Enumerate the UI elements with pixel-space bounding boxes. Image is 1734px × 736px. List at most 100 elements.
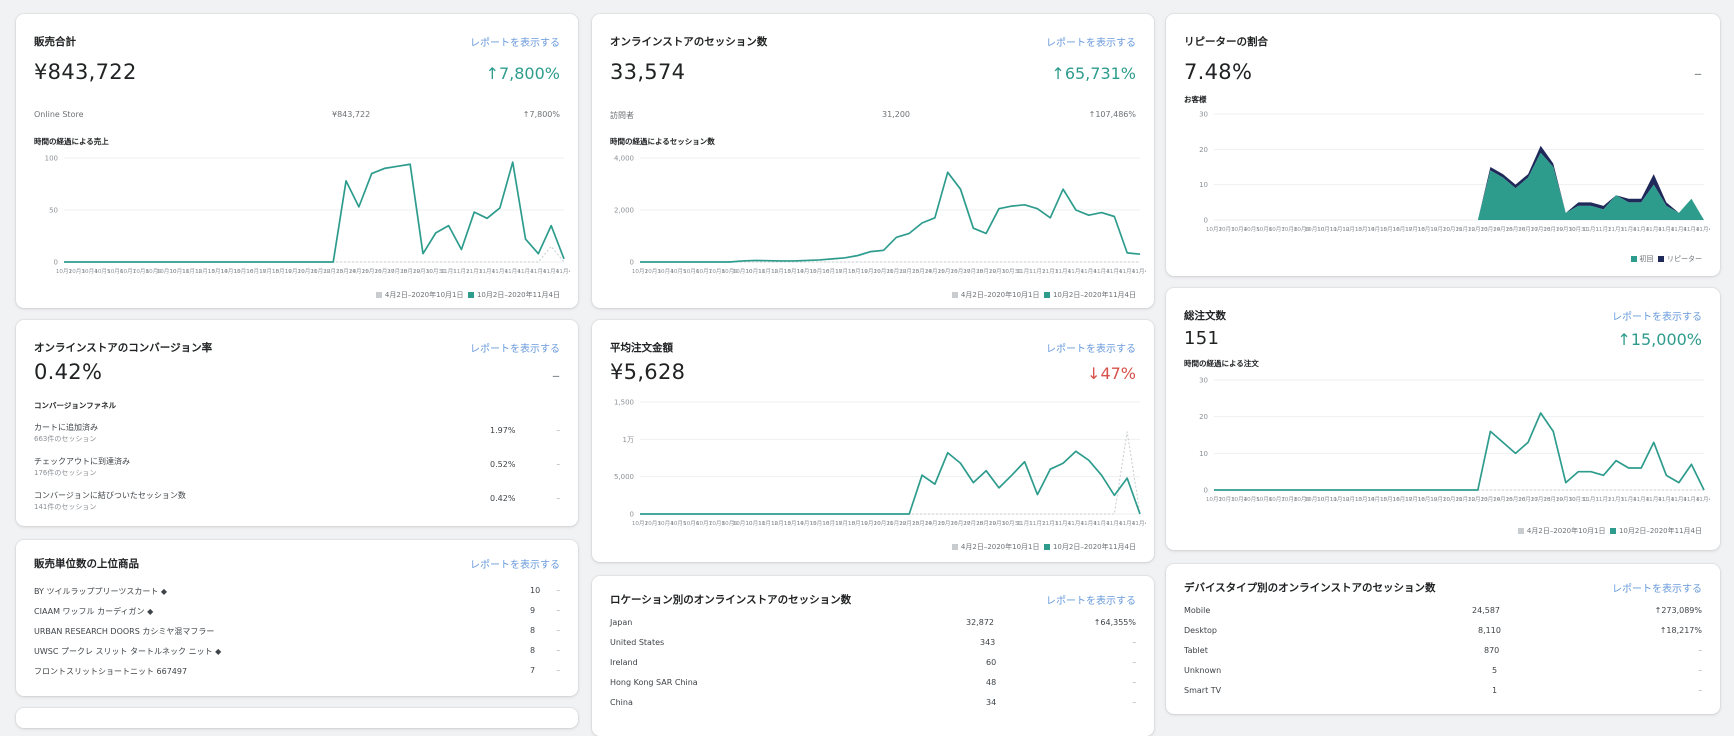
view-report-link[interactable]: レポートを表示する bbox=[1046, 34, 1136, 49]
y-tick-label: 50 bbox=[49, 207, 58, 215]
visitors-label: 訪問者 bbox=[610, 111, 634, 120]
funnel-row-checkout-label: チェックアウトに到達済み bbox=[34, 457, 130, 466]
y-tick-label: 1,500 bbox=[614, 399, 634, 407]
legend-swatch-previous bbox=[1517, 528, 1524, 534]
chart-legend: 初回 リピーター bbox=[1630, 254, 1702, 264]
y-tick-label: 2,000 bbox=[614, 207, 634, 215]
funnel-row-converted-value: 0.42% bbox=[490, 494, 516, 503]
device-delta: ↑18,217% bbox=[1659, 626, 1702, 635]
y-tick-label: 0 bbox=[630, 511, 634, 519]
view-report-link[interactable]: レポートを表示する bbox=[1612, 308, 1702, 323]
card-location-sessions: ロケーション別のオンラインストアのセッション数 レポートを表示する Japan … bbox=[592, 576, 1154, 736]
product-delta: – bbox=[556, 626, 561, 634]
sales-total-delta: ↑7,800% bbox=[485, 64, 560, 83]
x-tick-label: 11月4 bbox=[556, 268, 570, 275]
device-value: 870 bbox=[1484, 646, 1500, 655]
device-name: Mobile bbox=[1184, 606, 1211, 615]
legend-swatch-current bbox=[1609, 528, 1616, 534]
y-tick-label: 1万 bbox=[623, 436, 634, 444]
legend-previous: 4月2日–2020年10月1日 bbox=[1526, 527, 1606, 535]
legend-swatch-current bbox=[1043, 544, 1050, 550]
sessions-chart: 4,0002,000010月210月310月410月510月610月710月81… bbox=[614, 155, 1146, 276]
y-tick-label: 10 bbox=[1199, 450, 1208, 458]
funnel-row-cart-delta: – bbox=[556, 426, 561, 434]
location-delta: – bbox=[1132, 638, 1137, 646]
series-line-previous bbox=[640, 431, 1141, 515]
funnel-row-cart-sub: 663件のセッション bbox=[34, 435, 97, 443]
x-tick-label: 11月4 bbox=[1696, 496, 1710, 503]
product-units: 9 bbox=[530, 606, 536, 615]
product-name[interactable]: フロントスリットショートニット 667497 bbox=[34, 666, 187, 677]
chart-label: 時間の経過によるセッション数 bbox=[610, 137, 715, 146]
y-tick-label: 4,000 bbox=[614, 155, 634, 163]
legend-current: 10月2日–2020年11月4日 bbox=[476, 291, 560, 299]
chart-legend: 4月2日–2020年10月1日 10月2日–2020年11月4日 bbox=[951, 290, 1136, 300]
series-line-current bbox=[640, 450, 1141, 515]
location-name: China bbox=[610, 698, 633, 707]
view-report-link[interactable]: レポートを表示する bbox=[1612, 580, 1702, 595]
conversion-delta: – bbox=[552, 366, 560, 385]
sessions-delta: ↑65,731% bbox=[1051, 64, 1136, 83]
funnel-row-converted-sub: 141件のセッション bbox=[34, 503, 97, 511]
funnel-row-cart-label: カートに追加済み bbox=[34, 423, 98, 432]
product-name[interactable]: UWSC プークレ スリット タートルネック ニット ◆ bbox=[34, 646, 221, 657]
funnel-row-checkout-delta: – bbox=[556, 460, 561, 468]
card-total-orders: 総注文数 レポートを表示する 151 ↑15,000% 時間の経過による注文 3… bbox=[1166, 288, 1720, 550]
card-average-order: 平均注文金額 レポートを表示する ¥5,628 ↓47% 1,500 1万 5,00… bbox=[592, 320, 1154, 562]
view-report-link[interactable]: レポートを表示する bbox=[1046, 340, 1136, 355]
view-report-link[interactable]: レポートを表示する bbox=[1046, 592, 1136, 607]
location-value: 32,872 bbox=[966, 618, 994, 627]
legend-swatch-previous bbox=[375, 292, 382, 298]
channel-name: Online Store bbox=[34, 110, 84, 119]
y-tick-label: 0 bbox=[630, 259, 634, 267]
y-tick-label: 100 bbox=[45, 155, 58, 163]
sales-total-value: ¥843,722 bbox=[34, 60, 137, 84]
repeat-chart: 302010010月210月310月410月510月610月710月810月91… bbox=[1199, 111, 1710, 234]
device-delta: ↑273,089% bbox=[1654, 606, 1702, 615]
chart-legend: 4月2日–2020年10月1日 10月2日–2020年11月4日 bbox=[1517, 526, 1702, 536]
repeat-rate-delta: – bbox=[1694, 64, 1702, 83]
product-delta: – bbox=[556, 666, 561, 674]
legend-swatch-current bbox=[467, 292, 474, 298]
aov-chart: 1,5001万5,000010月210月310月410月510月610月710月… bbox=[614, 399, 1146, 528]
device-name: Smart TV bbox=[1184, 686, 1222, 695]
legend-first: 初回 bbox=[1639, 255, 1654, 263]
x-tick-label: 11月4 bbox=[1132, 268, 1146, 275]
legend-swatch-current bbox=[1043, 292, 1050, 298]
device-value: 24,587 bbox=[1472, 606, 1500, 615]
device-name: Unknown bbox=[1184, 666, 1222, 675]
y-tick-label: 20 bbox=[1199, 146, 1208, 154]
view-report-link[interactable]: レポートを表示する bbox=[470, 340, 560, 355]
view-report-link[interactable]: レポートを表示する bbox=[470, 34, 560, 49]
legend-swatch-previous bbox=[951, 292, 958, 298]
legend-current: 10月2日–2020年11月4日 bbox=[1052, 543, 1136, 551]
view-report-link[interactable]: レポートを表示する bbox=[470, 556, 560, 571]
aov-value: ¥5,628 bbox=[610, 360, 686, 384]
location-value: 343 bbox=[980, 638, 996, 647]
conversion-value: 0.42% bbox=[34, 360, 103, 384]
funnel-row-converted-delta: – bbox=[556, 494, 561, 502]
product-delta: – bbox=[556, 606, 561, 614]
device-delta: – bbox=[1698, 646, 1703, 654]
visitors-value: 31,200 bbox=[882, 110, 910, 119]
chart-legend: 4月2日–2020年10月1日 10月2日–2020年11月4日 bbox=[951, 542, 1136, 552]
location-name: Japan bbox=[610, 618, 633, 627]
product-name[interactable]: BY ツイルラッププリーツスカート ◆ bbox=[34, 586, 167, 597]
location-name: Ireland bbox=[610, 658, 638, 667]
product-name[interactable]: URBAN RESEARCH DOORS カシミヤ混マフラー bbox=[34, 626, 214, 637]
product-name[interactable]: CIAAM ワッフル カーディガン ◆ bbox=[34, 606, 153, 617]
y-tick-label: 0 bbox=[1204, 487, 1208, 495]
funnel-label: コンバージョンファネル bbox=[34, 401, 117, 410]
funnel-row-checkout-value: 0.52% bbox=[490, 460, 516, 469]
sales-chart: 10050010月210月310月410月510月610月710月810月910… bbox=[45, 155, 570, 276]
card-partial-bottom bbox=[16, 708, 578, 728]
aov-delta: ↓47% bbox=[1087, 364, 1136, 383]
location-delta: ↑64,355% bbox=[1093, 618, 1136, 627]
legend-swatch-repeat bbox=[1658, 256, 1664, 262]
card-sales-total: 販売合計 レポートを表示する ¥843,722 ↑7,800% Online S… bbox=[16, 14, 578, 308]
card-title: 平均注文金額 bbox=[610, 342, 673, 354]
card-conversion: オンラインストアのコンバージョン率 レポートを表示する 0.42% – コンバー… bbox=[16, 320, 578, 526]
card-title: リピーターの割合 bbox=[1184, 36, 1268, 48]
device-name: Tablet bbox=[1184, 646, 1208, 655]
product-units: 10 bbox=[530, 586, 541, 595]
